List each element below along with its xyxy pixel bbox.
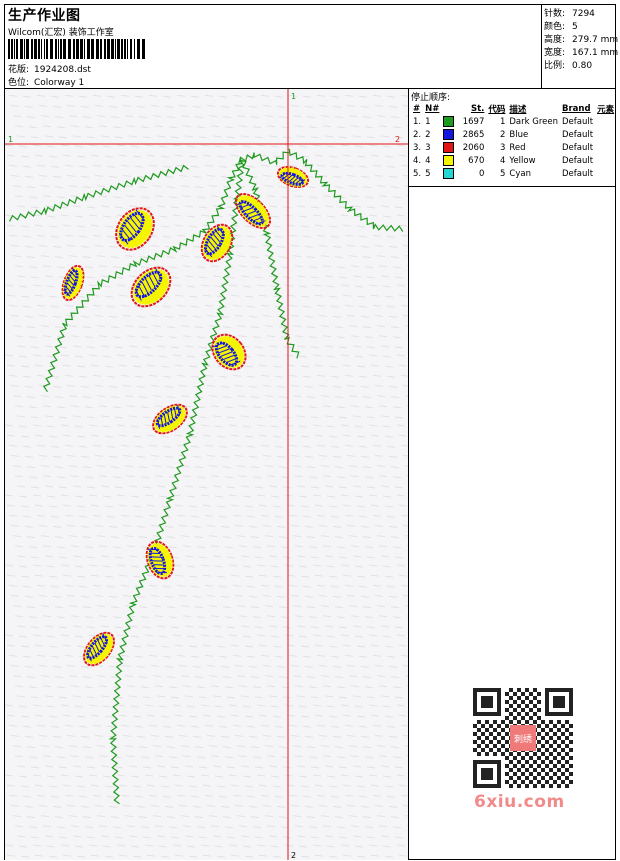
- sheet-header: 生产作业图 Wilcom(汇宏) 装饰工作室 花版: 1924208.dst 色位…: [5, 5, 619, 89]
- stat-height: 高度: 279.7 mm: [544, 35, 619, 45]
- color-swatch: [443, 142, 455, 153]
- color-row-element: [595, 128, 616, 141]
- color-row-brand: Default: [562, 129, 594, 140]
- color-swatch: [443, 116, 455, 127]
- color-row-description: Yellow: [509, 155, 536, 166]
- color-row-code: 1: [499, 116, 506, 127]
- color-row-index: 1.: [413, 116, 422, 127]
- color-swatch: [443, 155, 455, 166]
- stem-stitch: [239, 159, 300, 359]
- qr-badge-text: 刺绣: [514, 733, 532, 745]
- color-row-element: [595, 115, 616, 128]
- color-row[interactable]: 3. 3 2060 3 Red Default: [411, 141, 616, 154]
- design-file-line: 花版: 1924208.dst: [8, 62, 91, 75]
- stat-scale: 比例: 0.80: [544, 61, 593, 71]
- stat-width: 宽度: 167.1 mm: [544, 48, 619, 58]
- color-table-header: # N# St. 代码 描述 Brand 元素: [413, 103, 615, 115]
- stat-stitches: 针数: 7294: [544, 9, 595, 19]
- color-swatch: [443, 168, 455, 179]
- guide-label-v-top: 1: [291, 92, 296, 101]
- guide-label-v-bottom: 2: [291, 851, 296, 860]
- watermark-text: 6xiu.com: [474, 792, 565, 812]
- leaf-motif: [130, 266, 172, 308]
- design-preview: 1 2 1 2: [5, 89, 409, 860]
- color-row-index: 2.: [413, 129, 422, 140]
- color-row-element: [595, 154, 616, 167]
- stem-stitch: [8, 164, 189, 222]
- stat-colors: 颜色: 5: [544, 22, 578, 32]
- color-row-number: 1: [425, 116, 431, 127]
- leaf-motif: [83, 631, 115, 667]
- color-row-description: Red: [509, 142, 526, 153]
- colorway-label: 色位:: [8, 78, 30, 88]
- color-row-element: [595, 141, 616, 154]
- company-name: Wilcom(汇宏) 装饰工作室: [8, 28, 114, 38]
- color-row-brand: Default: [562, 168, 594, 179]
- color-row-number: 2: [425, 129, 431, 140]
- color-row-brand: Default: [562, 142, 594, 153]
- color-swatch: [443, 129, 455, 140]
- color-table: # N# St. 代码 描述 Brand 元素 1. 1 1697 1 Dark Gre…: [411, 102, 616, 180]
- color-row-code: 5: [499, 168, 506, 179]
- color-row-stitches: 1697: [462, 117, 485, 127]
- color-row-stitches: 670: [468, 156, 485, 166]
- colorway-line: 色位: Colorway 1: [8, 75, 84, 88]
- color-row[interactable]: 1. 1 1697 1 Dark Green Default: [411, 115, 616, 128]
- color-row-index: 3.: [413, 142, 422, 153]
- qr-code-watermark: 刺绣: [468, 683, 578, 798]
- leaf-fill-yellow: [213, 335, 245, 369]
- color-row-element: [595, 167, 616, 180]
- color-row-stitches: 2060: [462, 143, 485, 153]
- color-row[interactable]: 5. 5 0 5 Cyan Default: [411, 167, 616, 180]
- color-row[interactable]: 2. 2 2865 2 Blue Default: [411, 128, 616, 141]
- color-row-code: 2: [499, 129, 506, 140]
- leaf-motif: [115, 207, 155, 251]
- guide-label-h-left: 1: [8, 135, 13, 144]
- color-row-index: 4.: [413, 155, 422, 166]
- color-row-code: 3: [499, 142, 506, 153]
- color-row-description: Cyan: [509, 168, 531, 179]
- embroidery-design: 1 2 1 2: [5, 89, 408, 860]
- sheet-title: 生产作业图: [8, 8, 81, 24]
- color-row[interactable]: 4. 4 670 4 Yellow Default: [411, 154, 616, 167]
- color-row-number: 3: [425, 142, 431, 153]
- leaf-fill-yellow: [117, 209, 153, 249]
- barcode: [8, 39, 145, 59]
- color-row-brand: Default: [562, 155, 594, 166]
- table-separator: [409, 186, 615, 187]
- leaf-motif: [152, 403, 188, 435]
- color-row-brand: Default: [562, 116, 594, 127]
- colorway-name: Colorway 1: [34, 78, 85, 88]
- color-row-description: Dark Green: [509, 116, 559, 127]
- guide-label-h-right: 2: [395, 135, 400, 144]
- color-row-index: 5.: [413, 168, 422, 179]
- color-row-stitches: 0: [478, 169, 485, 179]
- color-row-description: Blue: [509, 129, 529, 140]
- color-row-number: 4: [425, 155, 431, 166]
- color-row-stitches: 2865: [462, 130, 485, 140]
- color-row-code: 4: [499, 155, 506, 166]
- design-label: 花版:: [8, 65, 30, 75]
- stats-panel: 针数: 7294 颜色: 5 高度: 279.7 mm 宽度: 167.1 mm 比例:…: [541, 5, 619, 88]
- design-file-name: 1924208.dst: [34, 65, 91, 75]
- color-row-number: 5: [425, 168, 431, 179]
